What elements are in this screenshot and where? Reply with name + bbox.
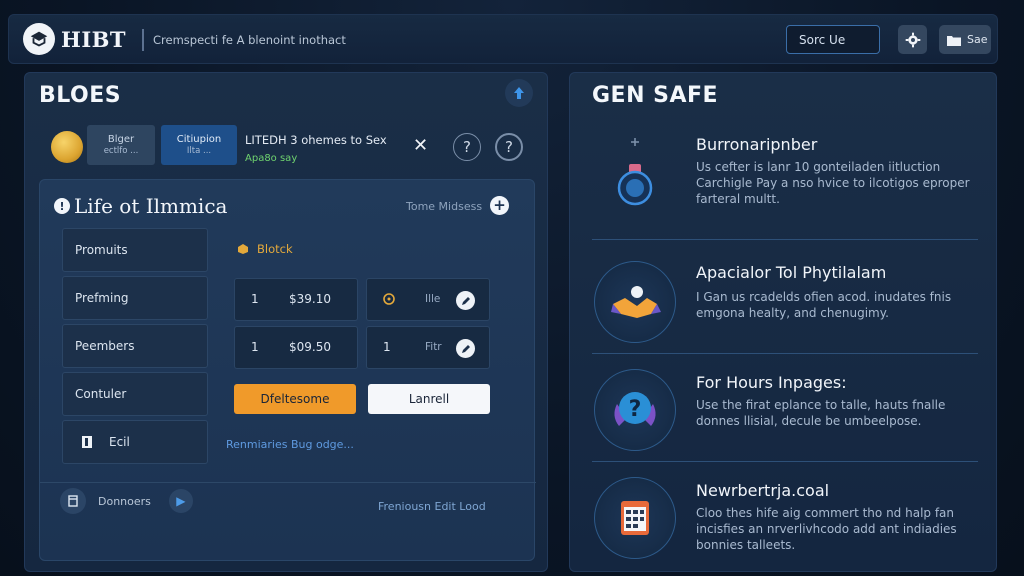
account-pill-title: Blger: [107, 133, 135, 145]
gear-icon: [905, 32, 920, 47]
compass-icon: [592, 131, 678, 217]
subscription-pill[interactable]: Citiupion Ilta ...: [161, 125, 237, 165]
question-shield-icon: ?: [592, 367, 678, 453]
tagline: Cremspecti fe A blenoint inothact: [153, 33, 346, 47]
account-pill-sub: ectlfo ...: [103, 145, 139, 156]
left-panel: BLOES Blger ectlfo ... Citiupion Ilta ..…: [24, 72, 548, 572]
donors-section[interactable]: Donnoers ▶: [60, 486, 193, 516]
block-label: Blotck: [237, 242, 293, 256]
coin-small-icon: [383, 293, 395, 305]
row-qty: 1: [383, 340, 391, 354]
summary-link[interactable]: Renmiaries Bug odge...: [226, 438, 354, 451]
folder-icon: [947, 35, 961, 46]
edit-icon[interactable]: [456, 291, 475, 310]
row-qty: 1: [251, 340, 259, 354]
calendar-icon: [592, 475, 678, 561]
donor-icon: [60, 488, 86, 514]
feature-title: Newrbertrja.coal: [696, 481, 830, 500]
donors-label: Donnoers: [98, 494, 151, 508]
sidebar-item-members[interactable]: Peembers: [62, 324, 208, 368]
sidebar-item-label: Prefming: [75, 291, 129, 305]
subscription-pill-sub: Ilta ...: [186, 145, 212, 156]
sidebar-item-label: Ecil: [109, 435, 130, 449]
item-row-1[interactable]: Ille: [366, 278, 490, 321]
block-label-text: Blotck: [257, 242, 293, 256]
feature-divider: [592, 461, 978, 462]
feature-title: For Hours Inpages:: [696, 373, 847, 392]
arrow-up-icon: [514, 87, 524, 99]
feature-divider: [592, 353, 978, 354]
block-icon: [238, 244, 248, 254]
search-label: Sorc Ue: [799, 32, 846, 47]
price-row-1[interactable]: 1 $39.10: [234, 278, 358, 321]
help-icon-secondary[interactable]: ?: [495, 133, 523, 161]
help-icon[interactable]: ?: [453, 133, 481, 161]
notice-title: LITEDH 3 ohemes to Sex: [245, 133, 387, 147]
delete-button[interactable]: Dfeltesome: [234, 384, 356, 414]
info-icon: !: [54, 198, 70, 214]
sidebar-item-label: Peembers: [75, 339, 135, 353]
inner-card: ! Life ot Ilmmica Tome Midsess + Promuit…: [39, 179, 536, 561]
top-bar: HIBT Cremspecti fe A blenoint inothact S…: [8, 14, 998, 64]
logo-icon: [23, 23, 55, 55]
row-qty: 1: [251, 292, 259, 306]
subscription-pill-title: Citiupion: [176, 133, 222, 145]
feature-desc: I Gan us rcadelds ofien acod. inudates f…: [696, 290, 952, 320]
row-label: Fitr: [425, 341, 442, 353]
sidebar-item-products[interactable]: Promuits: [62, 228, 208, 272]
scroll-up-button[interactable]: [505, 79, 533, 107]
feature-divider: [592, 239, 978, 240]
settings-button[interactable]: [898, 25, 927, 54]
feature-title: Apacialor Tol Phytilalam: [696, 263, 887, 282]
search-button[interactable]: Sorc Ue: [786, 25, 880, 54]
feature-title: Burronaripnber: [696, 135, 818, 154]
sidebar-item-prefming[interactable]: Prefming: [62, 276, 208, 320]
inner-title-text: Life ot Ilmmica: [74, 194, 228, 218]
add-button[interactable]: +: [490, 196, 509, 215]
feature-desc: Cloo thes hife aig commert tho nd halp f…: [696, 506, 957, 552]
account-pill[interactable]: Blger ectlfo ...: [87, 125, 155, 165]
brand-divider: [142, 29, 144, 51]
sidebar-item-label: Promuits: [75, 243, 128, 257]
close-icon[interactable]: ✕: [413, 135, 428, 156]
inner-title: ! Life ot Ilmmica: [54, 194, 227, 218]
right-panel: GEN SAFE Burronaripnber Us cefter is lan…: [569, 72, 997, 572]
sidebar-item-controller[interactable]: Contuler: [62, 372, 208, 416]
feature-desc: Us cefter is lanr 10 gonteiladen iitluct…: [696, 160, 970, 206]
divider: [40, 482, 536, 483]
brand-name: HIBT: [61, 27, 127, 52]
sidebar-item-edit[interactable]: Ecil: [62, 420, 208, 464]
document-icon: [82, 436, 92, 448]
price-row-2[interactable]: 1 $09.50: [234, 326, 358, 369]
notice-subtitle: Apa8o say: [245, 153, 298, 164]
sidebar-item-label: Contuler: [75, 387, 127, 401]
panel-title: BLOES: [39, 83, 122, 108]
right-panel-title: GEN SAFE: [592, 83, 719, 108]
item-row-2[interactable]: 1 Fitr: [366, 326, 490, 369]
row-price: $39.10: [289, 292, 331, 306]
row-price: $09.50: [289, 340, 331, 354]
inner-link[interactable]: Tome Midsess: [406, 200, 482, 213]
row-label: Ille: [425, 293, 441, 305]
footer-link[interactable]: Freniousn Edit Lood: [378, 500, 486, 513]
svg-text:?: ?: [629, 397, 642, 422]
feature-desc: Use the firat eplance to talle, hauts fn…: [696, 398, 946, 428]
arrow-right-icon[interactable]: ▶: [168, 489, 193, 513]
save-button[interactable]: Sae: [939, 25, 991, 54]
coin-icon: [51, 131, 83, 163]
save-label: Sae: [967, 33, 988, 46]
handshake-icon: [592, 259, 678, 345]
edit-icon[interactable]: [456, 339, 475, 358]
cancel-button[interactable]: Lanrell: [368, 384, 490, 414]
